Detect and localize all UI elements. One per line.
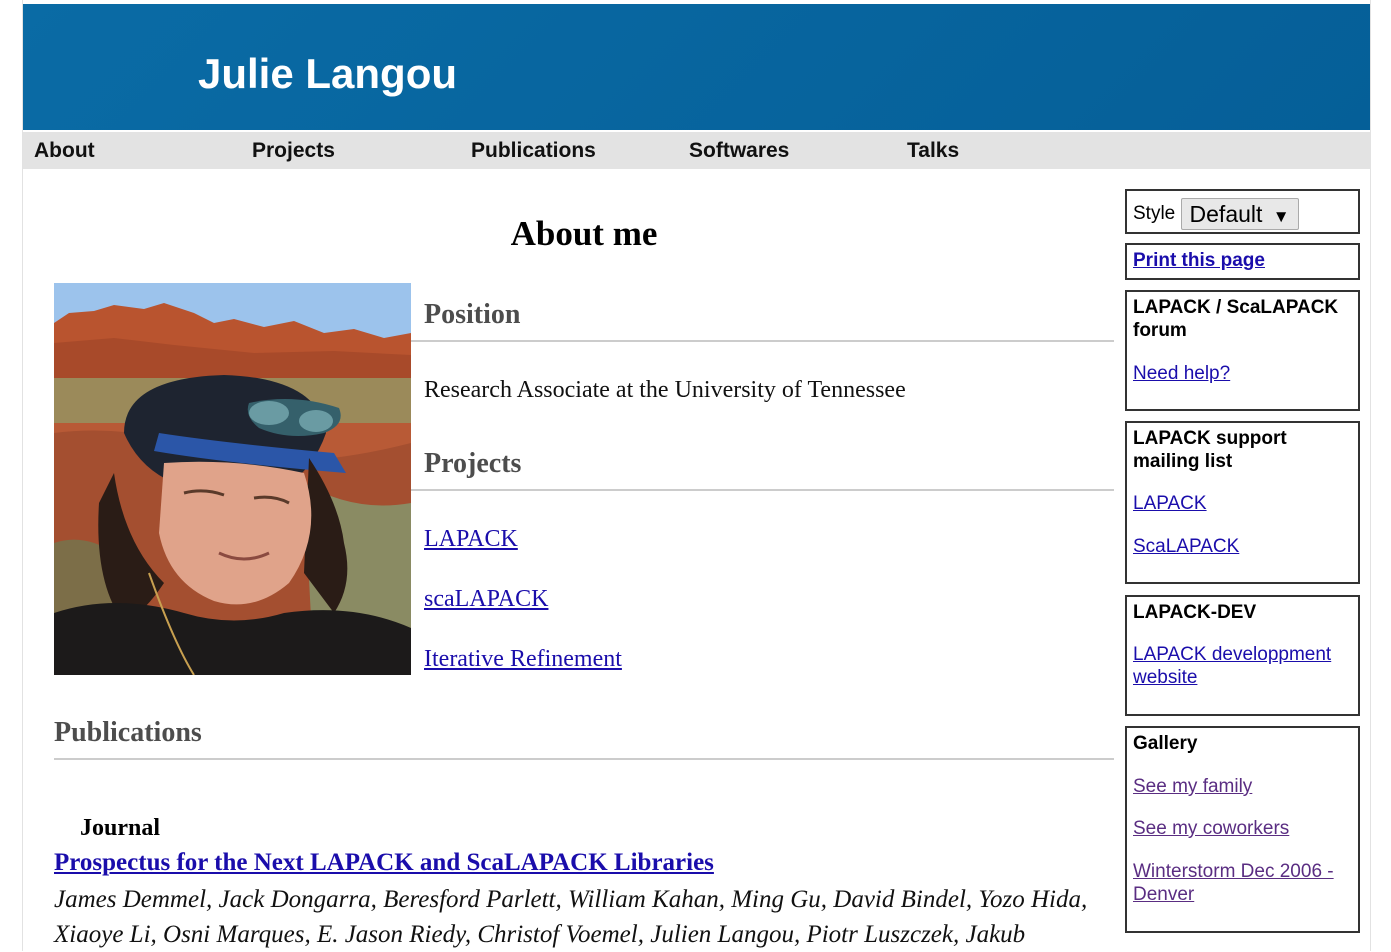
site-header: Julie Langou: [23, 4, 1370, 130]
lapack-dev-website-link[interactable]: LAPACK developpment website: [1133, 643, 1352, 689]
project-link-lapack[interactable]: LAPACK: [424, 525, 518, 553]
nav-item-talks[interactable]: Talks: [907, 139, 959, 163]
nav-item-about[interactable]: About: [34, 139, 95, 163]
projects-divider: [411, 489, 1114, 491]
forum-title: LAPACK / ScaLAPACK forum: [1133, 297, 1339, 341]
nav-item-projects[interactable]: Projects: [252, 139, 335, 163]
print-box: Print this page: [1125, 243, 1360, 280]
profile-photo: [54, 283, 411, 675]
gallery-link-coworkers[interactable]: See my coworkers: [1133, 817, 1352, 840]
position-text: Research Associate at the University of …: [424, 377, 906, 403]
mailing-link-lapack[interactable]: LAPACK: [1133, 492, 1352, 515]
lapack-dev-box: LAPACK-DEV LAPACK developpment website: [1125, 595, 1360, 716]
print-page-link[interactable]: Print this page: [1133, 249, 1352, 272]
publications-heading: Publications: [54, 717, 202, 748]
nav-item-softwares[interactable]: Softwares: [689, 139, 789, 163]
position-heading: Position: [424, 299, 521, 330]
forum-help-link[interactable]: Need help?: [1133, 362, 1352, 385]
style-label: Style: [1133, 203, 1176, 225]
gallery-link-family[interactable]: See my family: [1133, 775, 1352, 798]
mailing-list-title: LAPACK support mailing list: [1133, 428, 1287, 472]
position-divider: [411, 340, 1114, 342]
main-nav: About Projects Publications Softwares Ta…: [23, 132, 1370, 169]
gallery-link-winterstorm[interactable]: Winterstorm Dec 2006 - Denver: [1133, 860, 1352, 906]
projects-heading: Projects: [424, 448, 522, 479]
lapack-dev-title: LAPACK-DEV: [1133, 602, 1257, 623]
journal-label: Journal: [80, 815, 161, 841]
forum-box: LAPACK / ScaLAPACK forum Need help?: [1125, 290, 1360, 411]
publication-title-link[interactable]: Prospectus for the Next LAPACK and ScaLA…: [54, 848, 714, 878]
publications-divider: [54, 758, 1114, 760]
style-select-value: Default: [1189, 201, 1263, 227]
chevron-down-icon: ▼: [1272, 207, 1290, 226]
gallery-box: Gallery See my family See my coworkers W…: [1125, 726, 1360, 933]
style-box: Style Default ▼: [1125, 189, 1360, 234]
nav-item-publications[interactable]: Publications: [471, 139, 596, 163]
style-select[interactable]: Default ▼: [1180, 198, 1299, 230]
project-link-scalapack[interactable]: scaLAPACK: [424, 585, 548, 613]
mailing-list-box: LAPACK support mailing list LAPACK ScaLA…: [1125, 421, 1360, 584]
mailing-link-scalapack[interactable]: ScaLAPACK: [1133, 535, 1352, 558]
site-title: Julie Langou: [198, 50, 458, 97]
project-link-iterative-refinement[interactable]: Iterative Refinement: [424, 645, 622, 673]
gallery-title: Gallery: [1133, 733, 1198, 754]
page-title: About me: [510, 214, 658, 253]
publication-authors: James Demmel, Jack Dongarra, Beresford P…: [54, 886, 1088, 948]
